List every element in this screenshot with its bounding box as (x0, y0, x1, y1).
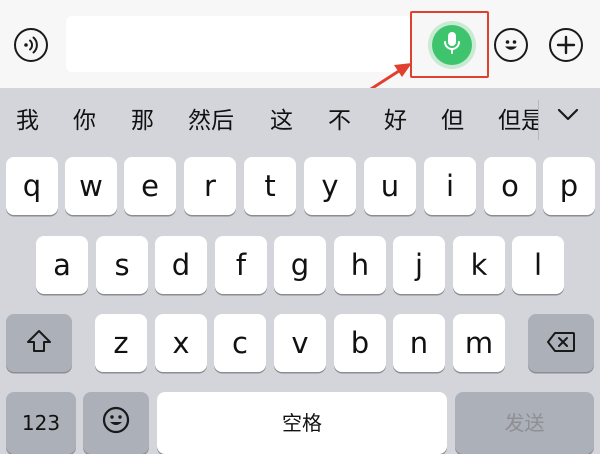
space-key[interactable]: 空格 (157, 392, 447, 454)
key-z[interactable]: z (95, 314, 147, 372)
key-k[interactable]: k (453, 236, 505, 294)
key-w[interactable]: w (65, 157, 117, 215)
key-t[interactable]: t (244, 157, 296, 215)
key-q[interactable]: q (6, 157, 58, 215)
candidate-word[interactable]: 这 (270, 106, 293, 136)
key-l[interactable]: l (512, 236, 564, 294)
key-i[interactable]: i (424, 157, 476, 215)
send-key[interactable]: 发送 (455, 392, 594, 454)
candidate-word[interactable]: 然后 (188, 106, 234, 136)
key-d[interactable]: d (155, 236, 207, 294)
chat-input-bar (0, 0, 600, 88)
more-options-button[interactable] (549, 28, 583, 62)
key-n[interactable]: n (393, 314, 445, 372)
message-input[interactable] (66, 16, 412, 72)
candidate-divider (538, 100, 539, 140)
chevron-down-icon (557, 107, 579, 126)
plus-icon (556, 35, 576, 55)
candidate-bar: 我 你 那 然后 这 不 好 但 但是 (0, 88, 600, 148)
candidate-word[interactable]: 你 (73, 106, 96, 136)
key-f[interactable]: f (215, 236, 267, 294)
key-p[interactable]: p (543, 157, 595, 215)
candidate-word[interactable]: 好 (384, 106, 407, 136)
emoji-button[interactable] (494, 28, 528, 62)
collapse-candidates-button[interactable] (548, 100, 588, 132)
key-s[interactable]: s (96, 236, 148, 294)
key-g[interactable]: g (274, 236, 326, 294)
key-c[interactable]: c (214, 314, 266, 372)
key-b[interactable]: b (334, 314, 386, 372)
candidate-word[interactable]: 但是 (498, 106, 538, 136)
voice-wave-icon (21, 35, 41, 55)
key-r[interactable]: r (184, 157, 236, 215)
microphone-icon (441, 30, 463, 60)
voice-input-button[interactable] (432, 25, 472, 65)
key-j[interactable]: j (393, 236, 445, 294)
backspace-icon (546, 326, 576, 360)
emoji-icon (101, 405, 131, 442)
emoji-icon (500, 34, 522, 56)
candidate-word[interactable]: 那 (131, 106, 154, 136)
key-o[interactable]: o (484, 157, 536, 215)
key-a[interactable]: a (36, 236, 88, 294)
delete-key[interactable] (528, 314, 594, 372)
emoji-key[interactable] (83, 392, 149, 454)
key-e[interactable]: e (124, 157, 176, 215)
key-m[interactable]: m (453, 314, 505, 372)
key-v[interactable]: v (274, 314, 326, 372)
candidate-word[interactable]: 不 (328, 106, 351, 136)
key-x[interactable]: x (155, 314, 207, 372)
candidate-clip: 但是 (498, 106, 538, 138)
key-h[interactable]: h (334, 236, 386, 294)
candidate-word[interactable]: 我 (16, 106, 39, 136)
candidate-word[interactable]: 但 (441, 106, 464, 136)
shift-icon (26, 326, 52, 360)
key-u[interactable]: u (364, 157, 416, 215)
shift-key[interactable] (6, 314, 72, 372)
voice-toggle-button[interactable] (14, 28, 48, 62)
numbers-key[interactable]: 123 (6, 392, 76, 454)
key-y[interactable]: y (304, 157, 356, 215)
